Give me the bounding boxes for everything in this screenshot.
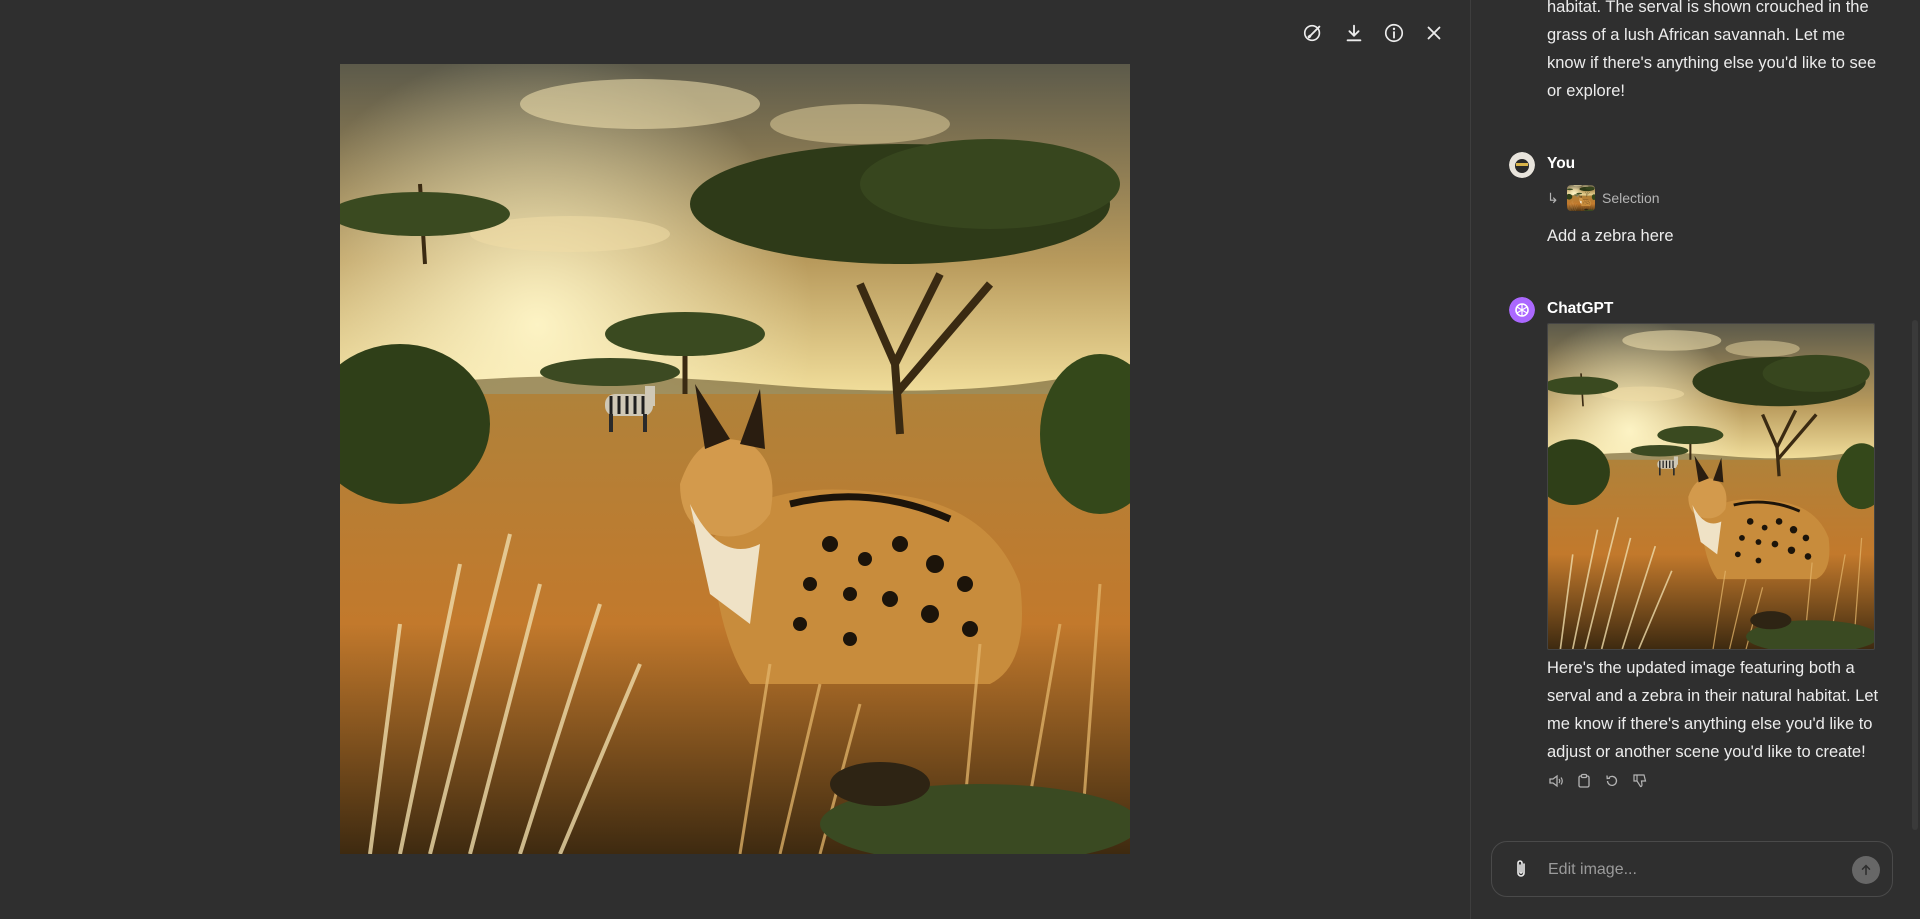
brush-select-icon: [1303, 24, 1321, 42]
download-button[interactable]: [1339, 18, 1369, 48]
regenerate-button[interactable]: [1603, 772, 1621, 790]
read-aloud-button[interactable]: [1547, 772, 1565, 790]
regenerate-icon: [1606, 775, 1618, 786]
selection-attachment[interactable]: ↳ Selection: [1547, 185, 1660, 211]
image-viewer: [0, 0, 1470, 919]
assistant-name: ChatGPT: [1547, 300, 1614, 317]
info-button[interactable]: [1379, 18, 1409, 48]
download-icon: [1346, 24, 1362, 42]
viewer-toolbar: [0, 18, 1470, 48]
user-avatar: [1509, 152, 1535, 178]
message-actions: [1547, 772, 1649, 790]
selection-thumbnail: [1567, 185, 1595, 211]
copy-button[interactable]: [1575, 772, 1593, 790]
speaker-icon: [1549, 774, 1563, 788]
assistant-message: Here's the updated image featuring both …: [1547, 659, 1879, 761]
selection-label: Selection: [1602, 190, 1660, 206]
edit-image-input[interactable]: [1546, 854, 1840, 886]
info-icon: [1384, 23, 1404, 43]
edit-image-composer: [1491, 841, 1893, 897]
previous-assistant-message: habitat. The serval is shown crouched in…: [1547, 0, 1877, 100]
attach-file-button[interactable]: [1510, 858, 1532, 880]
copy-icon: [1578, 773, 1590, 788]
send-button[interactable]: [1852, 856, 1880, 884]
select-area-button[interactable]: [1298, 18, 1328, 48]
openai-logo-icon: [1509, 297, 1535, 323]
chat-panel: habitat. The serval is shown crouched in…: [1471, 0, 1920, 919]
paperclip-icon: [1517, 860, 1525, 877]
generated-image-thumbnail[interactable]: [1547, 323, 1875, 650]
bad-response-button[interactable]: [1631, 772, 1649, 790]
arrow-up-icon: [1861, 864, 1871, 876]
reply-arrow-icon: ↳: [1547, 189, 1559, 206]
close-icon: [1427, 26, 1441, 40]
generated-image-large[interactable]: [340, 64, 1130, 854]
chat-scrollbar[interactable]: [1912, 320, 1918, 830]
chatgpt-avatar: [1509, 297, 1535, 323]
user-message: Add a zebra here: [1547, 227, 1674, 245]
thumbs-down-icon: [1633, 774, 1647, 788]
user-name: You: [1547, 155, 1576, 172]
close-button[interactable]: [1419, 18, 1449, 48]
